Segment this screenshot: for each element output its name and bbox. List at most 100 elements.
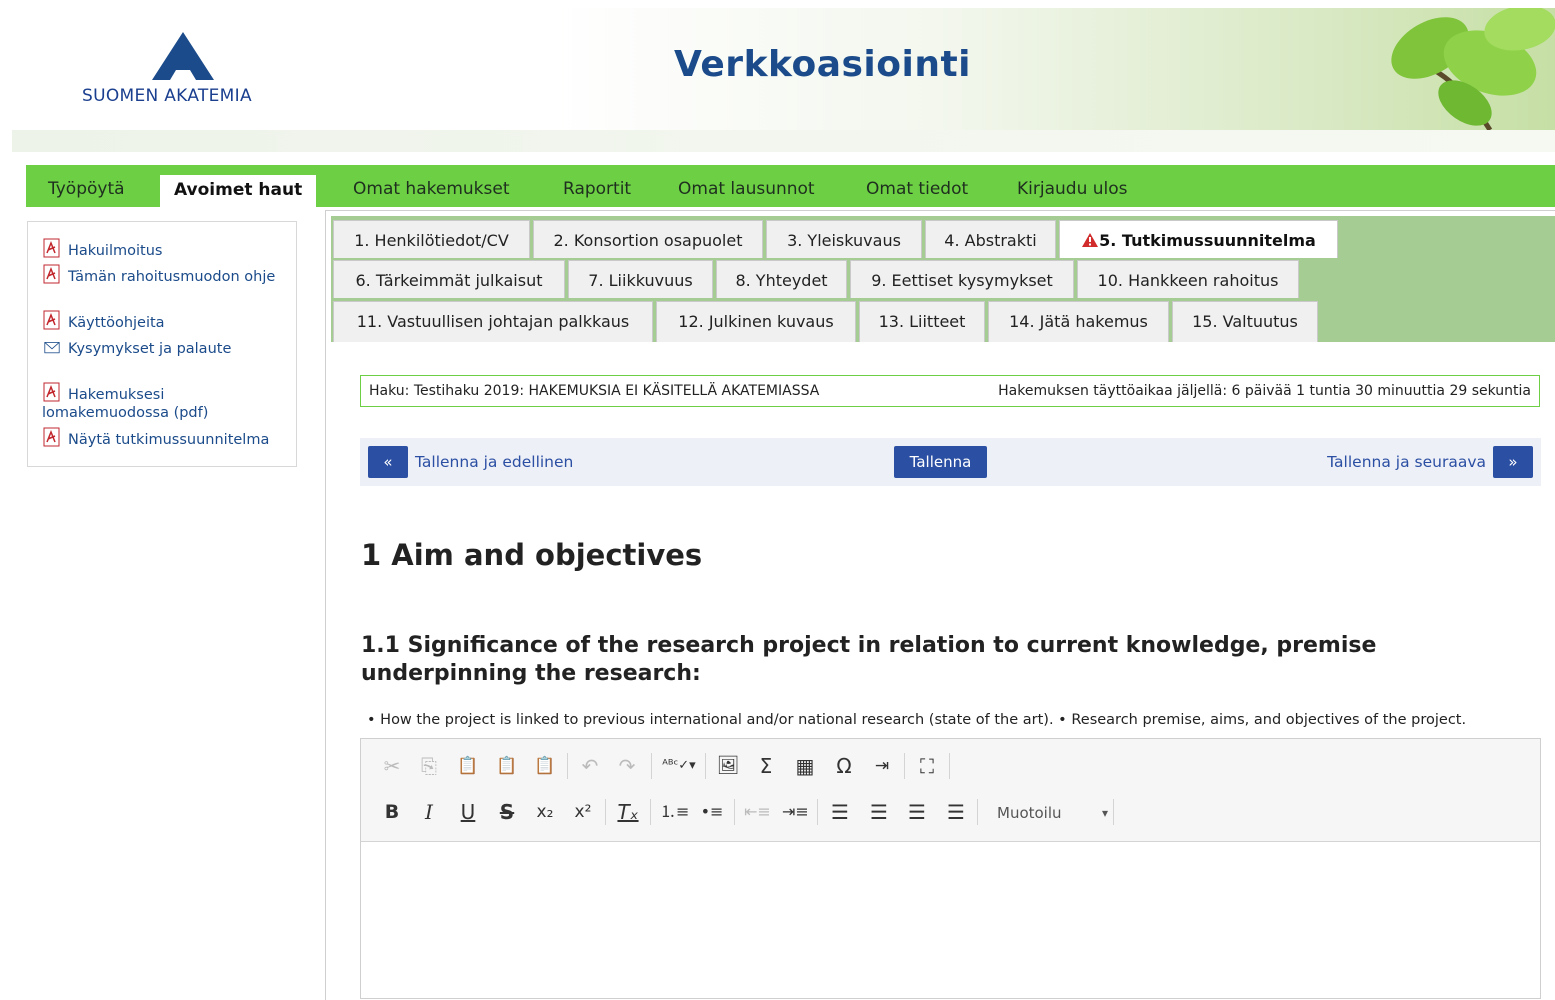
nav-omat-tiedot[interactable]: Omat tiedot bbox=[866, 165, 968, 207]
copy-icon[interactable]: ⎘ bbox=[416, 753, 442, 779]
logo-text: SUOMEN AKATEMIA bbox=[82, 86, 252, 106]
bulleted-list-icon[interactable]: •≡ bbox=[699, 799, 725, 825]
tab-jata-hakemus[interactable]: 14. Jätä hakemus bbox=[988, 301, 1169, 342]
next-arrow-button[interactable]: » bbox=[1493, 446, 1533, 478]
remove-format-icon[interactable]: Tₓ bbox=[615, 799, 641, 825]
subscript-icon[interactable]: x₂ bbox=[532, 799, 558, 825]
main-nav: Työpöytä Avoimet haut Omat hakemukset Ra… bbox=[26, 165, 1555, 207]
tab-konsortion-osapuolet[interactable]: 2. Konsortion osapuolet bbox=[533, 220, 763, 258]
sidebar: Hakuilmoitus Tämän rahoitusmuodon ohje K… bbox=[27, 221, 297, 467]
redo-icon[interactable]: ↷ bbox=[614, 753, 640, 779]
sidebar-link-label: Hakemuksesi lomakemuodossa (pdf) bbox=[42, 387, 209, 421]
nav-omat-lausunnot[interactable]: Omat lausunnot bbox=[678, 165, 815, 207]
tab-yleiskuvaus[interactable]: 3. Yleiskuvaus bbox=[766, 220, 922, 258]
toolbar-separator bbox=[1113, 799, 1114, 825]
haku-name: Haku: Testihaku 2019: HAKEMUKSIA EI KÄSI… bbox=[369, 383, 820, 399]
editor-text-area[interactable] bbox=[361, 842, 1540, 998]
cut-icon[interactable]: ✂ bbox=[379, 753, 405, 779]
save-and-next-link[interactable]: Tallenna ja seuraava bbox=[1327, 453, 1486, 471]
align-left-icon[interactable]: ☰ bbox=[827, 799, 853, 825]
pdf-icon bbox=[43, 427, 60, 447]
numbered-list-icon[interactable]: ⒈≡ bbox=[660, 799, 689, 825]
toolbar-separator bbox=[904, 753, 905, 779]
tab-liikkuvuus[interactable]: 7. Liikkuvuus bbox=[568, 260, 713, 298]
rich-text-editor[interactable]: ✂ ⎘ 📋 📋 📋 ↶ ↷ ᴬᴮᶜ✓▾ 🖼 Σ ▦ Ω ⇥ ⛶ B I U S … bbox=[360, 738, 1541, 999]
strike-icon[interactable]: S bbox=[494, 799, 520, 825]
sidebar-link-label: Hakuilmoitus bbox=[68, 243, 163, 259]
tab-hankkeen-rahoitus[interactable]: 10. Hankkeen rahoitus bbox=[1077, 260, 1299, 298]
sidebar-link-label: Kysymykset ja palaute bbox=[68, 341, 232, 357]
site-title: Verkkoasiointi bbox=[674, 44, 972, 85]
align-right-icon[interactable]: ☰ bbox=[904, 799, 930, 825]
paste-icon[interactable]: 📋 bbox=[455, 753, 481, 779]
tab-tutkimussuunnitelma[interactable]: 5. Tutkimussuunnitelma bbox=[1059, 220, 1338, 258]
header-band bbox=[12, 130, 1555, 152]
sidebar-link-label: Tämän rahoitusmuodon ohje bbox=[68, 269, 276, 285]
prev-arrow-button[interactable]: « bbox=[368, 446, 408, 478]
sidebar-link-hakuilmoitus[interactable]: Hakuilmoitus bbox=[42, 238, 287, 260]
format-dropdown[interactable]: Muotoilu ▾ bbox=[987, 799, 1112, 827]
italic-icon[interactable]: I bbox=[416, 799, 442, 825]
sidebar-link-nayta-tutkimussuunnitelma[interactable]: Näytä tutkimussuunnitelma bbox=[42, 427, 287, 449]
tab-vastuullisen-johtajan-palkkaus[interactable]: 11. Vastuullisen johtajan palkkaus bbox=[333, 301, 653, 342]
tab-yhteydet[interactable]: 8. Yhteydet bbox=[716, 260, 847, 298]
chevron-down-icon: ▾ bbox=[1101, 806, 1108, 820]
pdf-icon bbox=[43, 382, 60, 402]
leaves-decoration-icon bbox=[1391, 8, 1555, 130]
table-icon[interactable]: ▦ bbox=[792, 753, 818, 779]
tab-henkilotiedot[interactable]: 1. Henkilötiedot/CV bbox=[333, 220, 530, 258]
nav-tyopoyta[interactable]: Työpöytä bbox=[48, 165, 125, 207]
toolbar-separator bbox=[567, 753, 568, 779]
section-heading: 1 Aim and objectives bbox=[361, 538, 703, 572]
nav-avoimet-haut[interactable]: Avoimet haut bbox=[160, 175, 317, 207]
sidebar-link-hakemus-pdf[interactable]: Hakemuksesi lomakemuodossa (pdf) bbox=[42, 382, 287, 422]
pdf-icon bbox=[43, 310, 60, 330]
toolbar-separator bbox=[817, 799, 818, 825]
tab-julkinen-kuvaus[interactable]: 12. Julkinen kuvaus bbox=[656, 301, 856, 342]
align-center-icon[interactable]: ☰ bbox=[866, 799, 892, 825]
maximize-icon[interactable]: ⛶ bbox=[914, 753, 940, 779]
toolbar-separator bbox=[651, 753, 652, 779]
tab-liitteet[interactable]: 13. Liitteet bbox=[859, 301, 985, 342]
outdent-icon[interactable]: ⇤≡ bbox=[744, 799, 771, 825]
image-icon[interactable]: 🖼 bbox=[715, 753, 741, 779]
haku-info-box: Haku: Testihaku 2019: HAKEMUKSIA EI KÄSI… bbox=[360, 375, 1540, 407]
nav-raportit[interactable]: Raportit bbox=[563, 165, 631, 207]
sidebar-link-kysymykset-palaute[interactable]: Kysymykset ja palaute bbox=[42, 340, 287, 358]
sigma-icon[interactable]: Σ bbox=[753, 753, 779, 779]
nav-omat-hakemukset[interactable]: Omat hakemukset bbox=[353, 165, 509, 207]
editor-toolbar: ✂ ⎘ 📋 📋 📋 ↶ ↷ ᴬᴮᶜ✓▾ 🖼 Σ ▦ Ω ⇥ ⛶ B I U S … bbox=[361, 739, 1540, 842]
help-text: • How the project is linked to previous … bbox=[367, 712, 1467, 728]
save-and-previous-link[interactable]: Tallenna ja edellinen bbox=[415, 453, 573, 471]
pdf-icon bbox=[43, 264, 60, 284]
sidebar-link-rahoitusmuodon-ohje[interactable]: Tämän rahoitusmuodon ohje bbox=[42, 264, 287, 286]
paste-text-icon[interactable]: 📋 bbox=[494, 753, 520, 779]
tab-tarkeimmat-julkaisut[interactable]: 6. Tärkeimmät julkaisut bbox=[333, 260, 565, 298]
pdf-icon bbox=[43, 238, 60, 258]
undo-icon[interactable]: ↶ bbox=[577, 753, 603, 779]
paste-word-icon[interactable]: 📋 bbox=[532, 753, 558, 779]
nav-kirjaudu-ulos[interactable]: Kirjaudu ulos bbox=[1017, 165, 1128, 207]
toolbar-separator bbox=[650, 799, 651, 825]
spellcheck-icon[interactable]: ᴬᴮᶜ✓▾ bbox=[661, 753, 697, 779]
time-remaining: Hakemuksen täyttöaikaa jäljellä: 6 päivä… bbox=[998, 383, 1531, 399]
tab-eettiset-kysymykset[interactable]: 9. Eettiset kysymykset bbox=[850, 260, 1074, 298]
save-button[interactable]: Tallenna bbox=[894, 446, 987, 478]
save-bar: « Tallenna ja edellinen Tallenna Tallenn… bbox=[360, 438, 1541, 486]
bold-icon[interactable]: B bbox=[379, 799, 405, 825]
format-dropdown-label: Muotoilu bbox=[997, 804, 1062, 822]
toolbar-separator bbox=[705, 753, 706, 779]
omega-icon[interactable]: Ω bbox=[831, 753, 857, 779]
warning-icon bbox=[1082, 233, 1099, 247]
tab-valtuutus[interactable]: 15. Valtuutus bbox=[1172, 301, 1318, 342]
sidebar-link-label: Käyttöohjeita bbox=[68, 315, 165, 331]
toolbar-separator bbox=[605, 799, 606, 825]
indent-icon[interactable]: ⇥≡ bbox=[782, 799, 809, 825]
toolbar-separator bbox=[734, 799, 735, 825]
superscript-icon[interactable]: x² bbox=[570, 799, 596, 825]
indent-list-icon[interactable]: ⇥ bbox=[869, 753, 895, 779]
tab-abstrakti[interactable]: 4. Abstrakti bbox=[925, 220, 1056, 258]
justify-icon[interactable]: ☰ bbox=[943, 799, 969, 825]
sidebar-link-kayttoohjeita[interactable]: Käyttöohjeita bbox=[42, 310, 287, 332]
underline-icon[interactable]: U bbox=[455, 799, 481, 825]
